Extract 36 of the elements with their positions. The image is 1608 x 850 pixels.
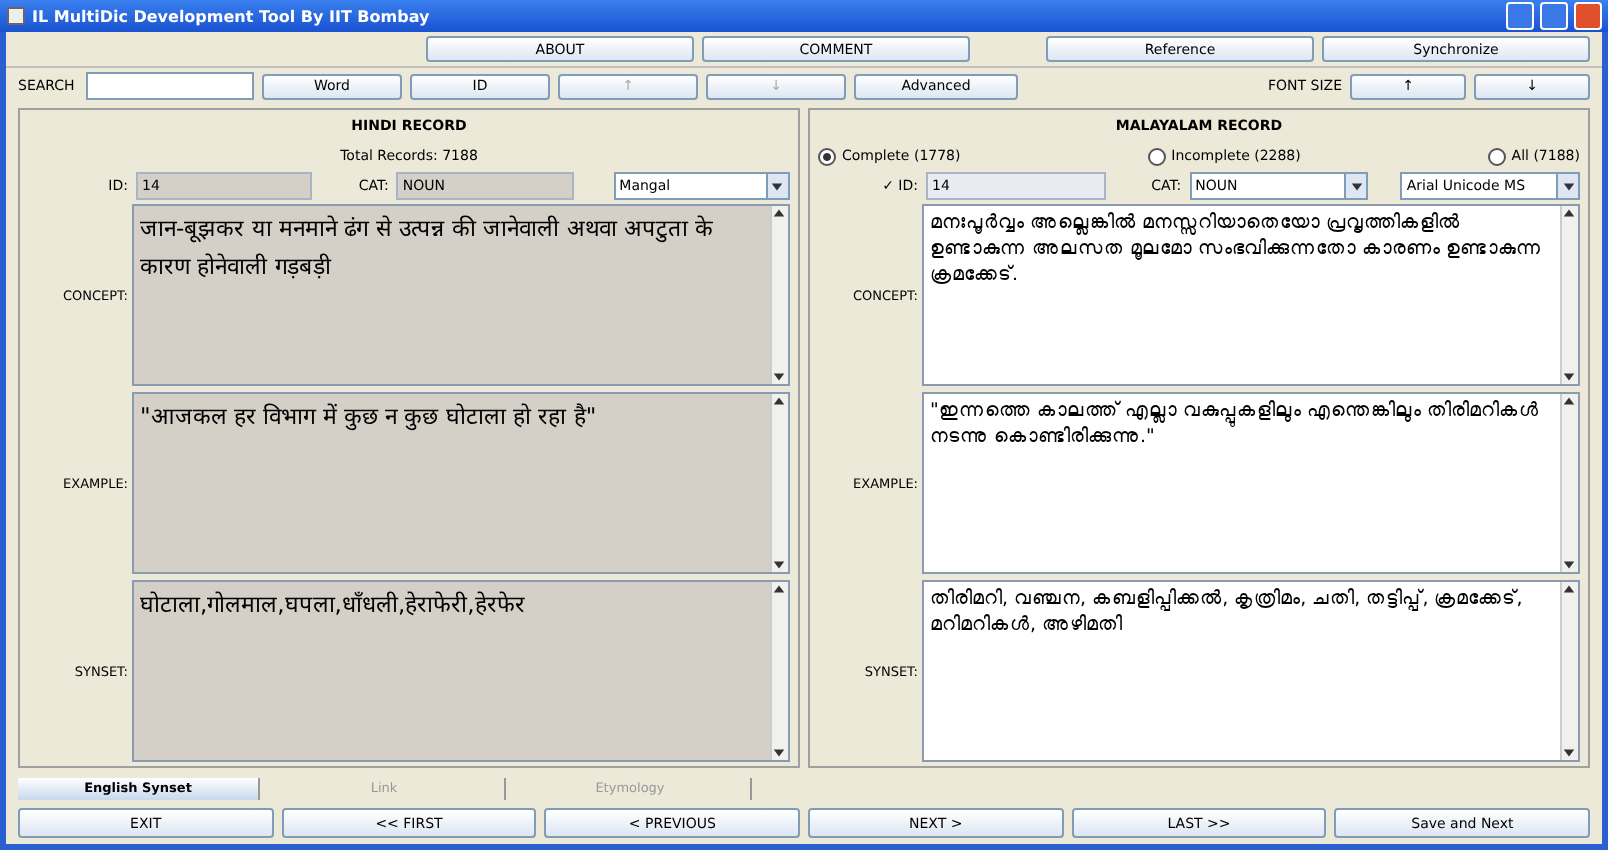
up-arrow-icon[interactable] [1562,394,1576,408]
app-icon [6,6,26,26]
minimize-button[interactable] [1506,2,1534,30]
down-arrow-icon[interactable] [772,558,786,572]
text-area[interactable]: "ഇന്നത്തെ കാലത്ത് എല്ലാ വകുപ്പുകളിലും എന്തെങ്കിലും തിരിമറികൾ നടന്നു കൊണ്ടിരിക്കുന്നു." [922,392,1580,574]
down-arrow-icon[interactable] [772,370,786,384]
close-button[interactable] [1574,2,1602,30]
scrollbar[interactable] [770,582,788,760]
text-area[interactable]: "आजकल हर विभाग में कुछ न कुछ घोटाला हो रहा है" [132,392,790,574]
up-arrow-icon[interactable] [772,582,786,596]
scrollbar[interactable] [1560,394,1578,572]
text-area[interactable]: മനഃപൂർവ്വം അല്ലെങ്കിൽ മനസ്സറിയാതെയോ പ്രവൃത്തികളിൽ ഉണ്ടാകുന്ന അലസത മൂലമോ സംഭവിക്കുന്നതോ കാരണം ഉണ്ടാകുന്ന ക്രമക്കേട്. [922,204,1580,386]
radio-icon[interactable] [818,147,836,165]
down-arrow-icon[interactable] [1562,746,1576,760]
radio-icon[interactable] [1487,147,1506,165]
scrollbar[interactable] [1560,206,1578,384]
down-arrow-icon[interactable] [772,746,786,760]
search-field[interactable] [86,72,254,100]
down-arrow-icon[interactable] [1561,179,1576,193]
down-arrow-icon[interactable] [1562,558,1576,572]
down-arrow-icon[interactable] [1562,370,1576,384]
down-arrow-icon[interactable] [1349,179,1364,193]
radio-icon[interactable] [1147,147,1166,165]
scrollbar[interactable] [770,206,788,384]
text-area[interactable]: തിരിമറി, വഞ്ചന, കബളിപ്പിക്കൽ, കൃത്രിമം, ചതി, തട്ടിപ്പ്, ക്രമക്കേട്, മറിമറികൾ, അഴിമതി [922,580,1580,762]
text-area[interactable]: घोटाला,गोलमाल,घपला,धाँधली,हेराफेरी,हेरफेर [132,580,790,762]
text-area[interactable]: जान-बूझकर या मनमाने ढंग से उत्पन्न की जानेवाली अथवा अपटुता के कारण होनेवाली गड़बड़ी [132,204,790,386]
window-title: IL MultiDic Development Tool By IIT Bombay [32,7,432,25]
up-arrow-icon[interactable] [1562,206,1576,220]
up-arrow-icon[interactable] [772,394,786,408]
up-arrow-icon[interactable] [772,206,786,220]
scrollbar[interactable] [770,394,788,572]
down-arrow-icon[interactable] [770,179,785,193]
up-arrow-icon[interactable] [1562,582,1576,596]
maximize-button[interactable] [1540,2,1568,30]
scrollbar[interactable] [1560,582,1578,760]
